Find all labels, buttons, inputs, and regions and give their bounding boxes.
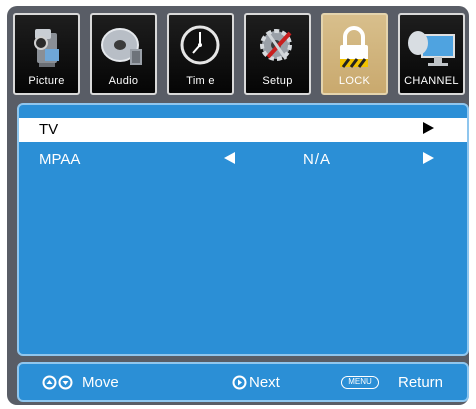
menu-key-icon: MENU — [341, 376, 379, 389]
tab-lock[interactable]: LOCK — [321, 13, 388, 95]
return-hint-label: Return — [398, 374, 444, 391]
menu-row-label: TV — [39, 121, 59, 138]
tab-label: CHANNEL — [404, 75, 459, 87]
tab-label: Picture — [28, 75, 65, 87]
tab-label: Setup — [262, 75, 293, 87]
up-down-arrows-icon — [42, 375, 73, 390]
tab-audio[interactable]: Audio — [90, 13, 157, 95]
next-arrow-icon — [232, 375, 247, 390]
tab-setup[interactable]: Setup — [244, 13, 311, 95]
move-hint-label: Move — [82, 374, 119, 391]
satellite-dish-icon — [408, 31, 455, 66]
tab-label: Audio — [108, 75, 139, 87]
right-arrow-icon[interactable] — [423, 152, 434, 164]
next-hint-label: Next — [249, 374, 280, 391]
disc-icon — [101, 28, 142, 65]
menu-row-mpaa[interactable]: MPAA N/A — [19, 148, 467, 172]
gear-icon — [260, 29, 292, 61]
menu-row-value: N/A — [303, 151, 332, 168]
clock-icon — [180, 25, 220, 65]
lock-menu-panel: TV MPAA N/A — [17, 103, 469, 356]
menu-row-label: MPAA — [39, 151, 81, 168]
menu-row-tv[interactable]: TV — [19, 118, 467, 142]
tab-channel[interactable]: CHANNEL — [398, 13, 465, 95]
tab-picture[interactable]: Picture — [13, 13, 80, 95]
lock-icon — [340, 26, 368, 68]
tab-bar: Picture Audio Tim e Setup LOCK CHANNEL — [13, 13, 465, 99]
camera-icon — [34, 29, 59, 67]
hint-bar: Move Next MENU Return — [17, 362, 469, 402]
tab-label: Tim e — [186, 75, 215, 87]
tab-time[interactable]: Tim e — [167, 13, 234, 95]
tab-label: LOCK — [338, 75, 371, 87]
left-arrow-icon[interactable] — [224, 152, 235, 164]
right-arrow-icon[interactable] — [423, 122, 434, 134]
